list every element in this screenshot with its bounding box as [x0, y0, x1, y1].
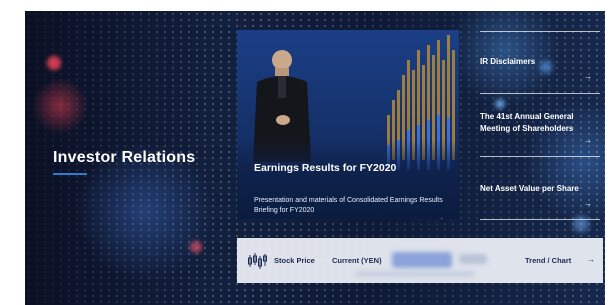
card-description: Presentation and materials of Consolidat…	[254, 197, 443, 214]
menu-item-net-asset-value[interactable]: Net Asset Value per Share →	[480, 183, 600, 213]
arrow-right-icon: →	[584, 199, 592, 208]
candlestick-chart-icon	[248, 253, 267, 269]
arrow-right-icon: →	[435, 213, 445, 219]
menu-item-annual-general-meeting[interactable]: The 41st Annual General Meeting of Share…	[480, 111, 600, 153]
page-title: Investor Relations	[53, 149, 196, 166]
menu-divider	[480, 31, 600, 32]
trend-chart-link[interactable]: Trend / Chart	[525, 256, 571, 265]
stock-price-bar[interactable]: Stock Price Current (YEN) Trend / Chart …	[237, 238, 603, 283]
arrow-right-icon: →	[584, 72, 592, 81]
menu-divider	[480, 93, 600, 94]
bokeh-light	[495, 99, 505, 109]
menu-divider	[480, 219, 600, 220]
blurred-price-value	[392, 252, 452, 268]
card-title: Earnings Results for FY2020	[254, 162, 397, 174]
arrow-right-icon: →	[584, 136, 592, 145]
current-price-label: Current (YEN)	[332, 256, 382, 265]
menu-item-label: Net Asset Value per Share	[480, 184, 579, 193]
bokeh-light	[47, 56, 61, 70]
menu-item-ir-disclaimers[interactable]: IR Disclaimers →	[480, 56, 600, 86]
earnings-results-card[interactable]: Earnings Results for FY2020 Presentation…	[237, 30, 459, 219]
stock-price-label: Stock Price	[274, 256, 315, 265]
title-underline	[53, 173, 87, 175]
menu-item-label: The 41st Annual General Meeting of Share…	[480, 112, 574, 133]
arrow-right-icon: →	[587, 255, 595, 264]
menu-divider	[480, 156, 600, 157]
blurred-price-change	[459, 254, 487, 264]
hero-banner: Investor Relations Earnings Results for …	[25, 11, 605, 305]
menu-item-label: IR Disclaimers	[480, 57, 536, 66]
bokeh-light	[190, 241, 202, 253]
blurred-price-timestamp	[355, 271, 475, 277]
